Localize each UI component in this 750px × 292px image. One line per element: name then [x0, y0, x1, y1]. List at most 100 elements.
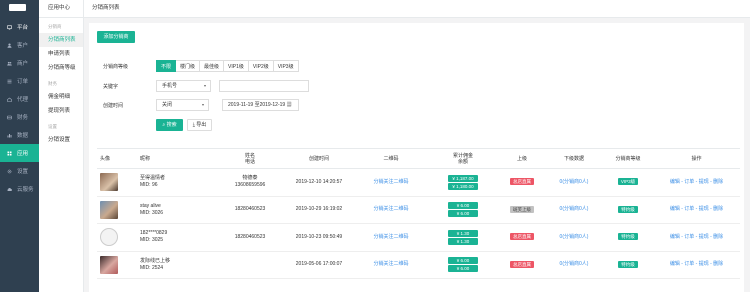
created-time: 2019-10-23 09:50:49 — [283, 223, 355, 252]
search-icon: ⌕ — [162, 122, 166, 128]
sidebar-item-6[interactable]: 数据 — [0, 126, 39, 144]
downline-link[interactable]: 0(分销商0人) — [560, 234, 589, 240]
col-downline: 下级数据 — [545, 148, 603, 169]
qrcode-link[interactable]: 分销关注二维码 — [373, 206, 408, 212]
row-actions[interactable]: 编辑 - 订单 - 提现 - 删除 — [670, 206, 723, 212]
sidebar-item-label: 平台 — [17, 25, 29, 31]
table-row: 182****0829 MID: 3025 18280460523 2019-10-2… — [97, 223, 740, 252]
export-button[interactable]: ⤓ 导出 — [187, 119, 212, 131]
finance-icon — [7, 115, 12, 120]
date-range-input[interactable]: 2019-11-19 至2019-12-19 ▦ — [222, 99, 299, 111]
keyword-input[interactable] — [219, 80, 309, 92]
apps-icon — [7, 151, 12, 156]
level-option[interactable]: VIP1级 — [224, 60, 249, 72]
balance: ¥ 6.00 — [448, 210, 478, 218]
col-name-phone: 姓名 电话 — [217, 148, 283, 169]
level-option[interactable]: 最佳级 — [200, 60, 225, 72]
created-time-label: 创建时间 — [103, 103, 124, 109]
breadcrumb: 分销商列表 — [84, 0, 750, 18]
desktop-icon — [7, 24, 12, 30]
balance: ¥ 6.00 — [448, 265, 478, 273]
downline-link[interactable]: 0(分销商0人) — [560, 261, 589, 267]
main-sidebar: 平台客户商户订单代理财务数据应用设置云服务 — [0, 0, 39, 292]
level-option[interactable]: VIP3级 — [273, 60, 299, 72]
created-time: 2019-12-10 14:20:57 — [283, 168, 355, 197]
superior-badge: 总店直属 — [510, 178, 534, 186]
chevron-down-icon: ▾ — [201, 102, 204, 107]
list-icon — [7, 79, 12, 84]
avatar — [100, 255, 118, 274]
sidebar-item-3[interactable]: 订单 — [0, 72, 39, 90]
subnav-item-distributor-level[interactable]: 分销商等级 — [39, 61, 83, 75]
row-actions[interactable]: 编辑 - 订单 - 提现 - 删除 — [670, 261, 723, 267]
total-commission: ¥ 1,187.00 — [448, 174, 478, 182]
level-badge: VIP3级 — [617, 178, 639, 186]
sidebar-item-0[interactable]: 平台 — [0, 18, 39, 36]
sidebar-item-label: 云服务 — [17, 187, 34, 193]
add-distributor-button[interactable]: 添加分销商 — [97, 31, 135, 43]
level-filter-group: 不限 楼门级 最佳级 VIP1级 VIP2级 VIP3级 — [156, 60, 299, 72]
created-time: 2019-10-29 16:19:02 — [283, 196, 355, 224]
subnav-item-application-list[interactable]: 申请列表 — [39, 47, 83, 61]
level-badge: 特约级 — [618, 233, 638, 241]
subnav-header: 应用中心 — [39, 0, 83, 18]
nickname: 182****0829 — [140, 230, 168, 237]
level-option[interactable]: 楼门级 — [176, 60, 201, 72]
sidebar-item-8[interactable]: 设置 — [0, 162, 39, 180]
superior-badge: 总店直属 — [510, 260, 534, 268]
agent-icon — [7, 97, 12, 102]
chart-icon — [7, 133, 12, 138]
sidebar-item-label: 应用 — [17, 151, 29, 157]
downline-link[interactable]: 0(分销商0人) — [560, 206, 589, 212]
subnav-item-withdraw-list[interactable]: 提现列表 — [39, 104, 83, 118]
sidebar-item-label: 数据 — [17, 133, 29, 139]
qrcode-link[interactable]: 分销关注二维码 — [373, 234, 408, 240]
balance: ¥ 1.30 — [448, 237, 478, 245]
real-name: 物德泰 — [242, 175, 258, 182]
search-button[interactable]: ⌕ 搜索 — [156, 119, 183, 131]
qrcode-link[interactable]: 分销关注二维码 — [373, 179, 408, 185]
subnav-group-label: 设置 — [48, 124, 57, 129]
sub-sidebar: 应用中心 分销商 分销商列表 申请列表 分销商等级 财务 佣金明细 提现列表 设… — [39, 0, 84, 292]
member-id: MID: 3026 — [140, 209, 164, 216]
total-commission: ¥ 6.00 — [448, 257, 478, 265]
subnav-group-label: 分销商 — [48, 24, 62, 29]
row-actions[interactable]: 编辑 - 订单 - 提现 - 删除 — [670, 234, 723, 240]
row-actions[interactable]: 编辑 - 订单 - 提现 - 删除 — [670, 179, 723, 185]
sidebar-item-2[interactable]: 商户 — [0, 54, 39, 72]
nickname: 发际线已上移 — [140, 257, 171, 264]
level-option[interactable]: VIP2级 — [248, 60, 274, 72]
subnav-item-distributor-list[interactable]: 分销商列表 — [39, 33, 83, 47]
sidebar-item-label: 代理 — [17, 97, 29, 103]
sidebar-item-4[interactable]: 代理 — [0, 90, 39, 108]
col-qrcode: 二维码 — [355, 148, 427, 169]
download-icon: ⤓ — [192, 122, 195, 128]
subnav-group-label: 财务 — [48, 81, 57, 86]
chevron-down-icon: ▾ — [203, 83, 206, 88]
total-commission: ¥ 1.30 — [448, 229, 478, 237]
avatar — [100, 173, 118, 192]
subnav-item-distribution-settings[interactable]: 分销设置 — [39, 133, 83, 147]
downline-link[interactable]: 0(分销商0人) — [560, 179, 589, 185]
level-option[interactable]: 不限 — [156, 60, 177, 72]
col-superior: 上级 — [499, 148, 545, 169]
level-badge: 特约级 — [618, 260, 638, 268]
sidebar-item-1[interactable]: 客户 — [0, 36, 39, 54]
content-panel: 添加分销商 分销商等级 不限 楼门级 最佳级 VIP1级 VIP2级 VIP3级… — [89, 23, 744, 292]
sidebar-item-7[interactable]: 应用 — [0, 144, 39, 162]
qrcode-link[interactable]: 分销关注二维码 — [373, 261, 408, 267]
nickname: stay alive — [140, 202, 161, 209]
sidebar-item-9[interactable]: 云服务 — [0, 180, 39, 198]
col-nickname: 昵称 — [137, 148, 217, 169]
sidebar-item-label: 商户 — [17, 61, 29, 67]
keyword-field-select[interactable]: 手机号 ▾ — [156, 80, 211, 92]
avatar — [100, 228, 118, 247]
sidebar-item-label: 订单 — [17, 79, 29, 85]
time-filter-select[interactable]: 关闭 ▾ — [156, 99, 209, 111]
distributor-table: 头像 昵称 姓名 电话 创建时间 二维码 累计佣金 余额 上级 下级数据 分销商等级… — [97, 148, 740, 279]
col-level: 分销商等级 — [603, 148, 653, 169]
table-row: stay alive MID: 3026 18280460523 2019-10-29… — [97, 196, 740, 224]
sidebar-item-5[interactable]: 财务 — [0, 108, 39, 126]
subnav-item-commission-detail[interactable]: 佣金明细 — [39, 90, 83, 104]
member-id: MID: 2524 — [140, 264, 164, 271]
